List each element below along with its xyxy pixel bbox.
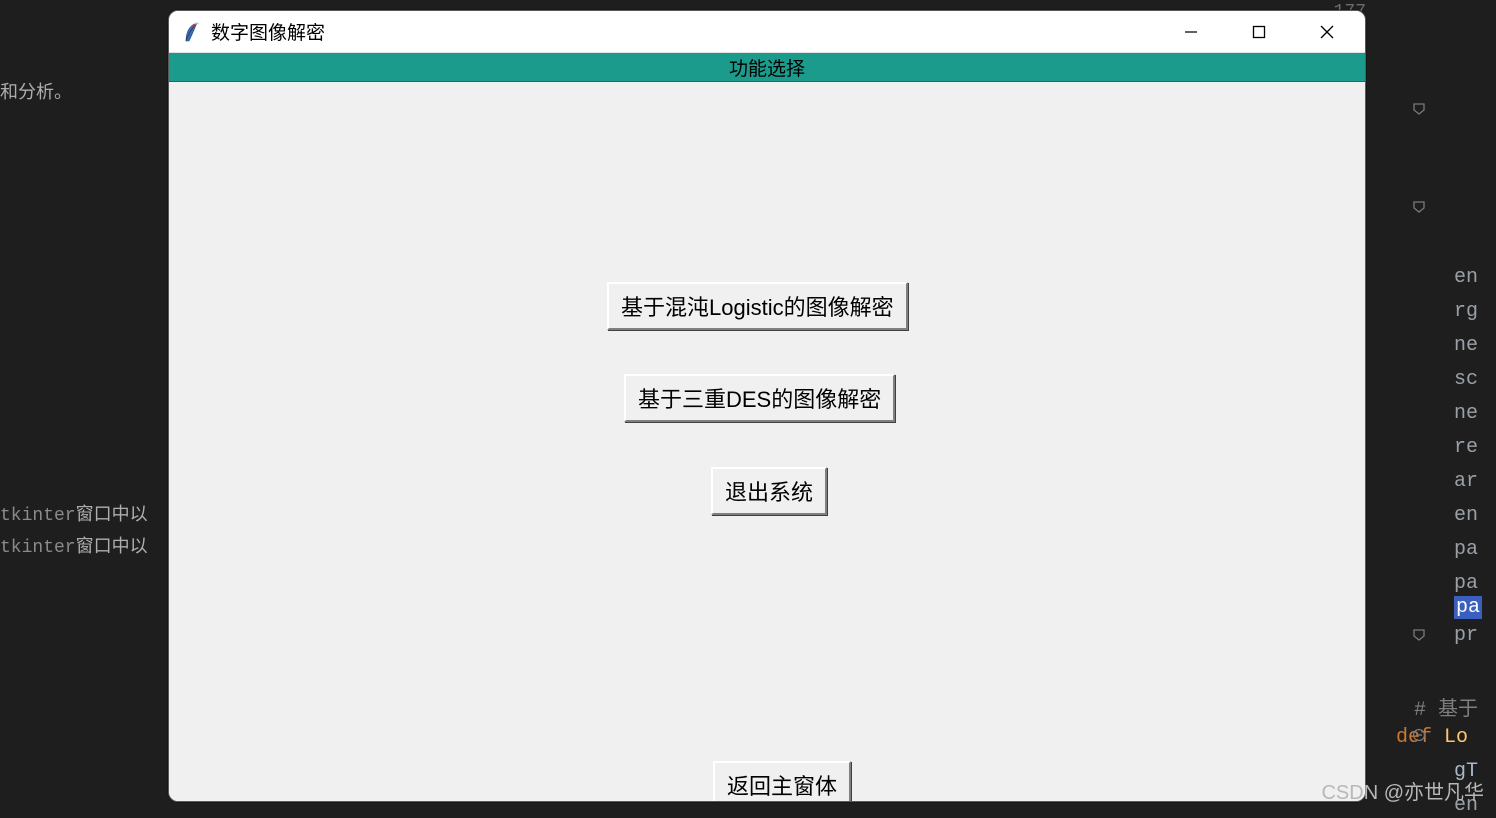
editor-bg-right: en rg ne sc ne re ar en pa pa pa pr # 基于… [1454,0,1496,815]
bg-token: rg [1454,300,1478,323]
bg-token: en [1454,504,1478,527]
bg-token: en [1454,266,1478,289]
fold-marker-icon[interactable] [1412,200,1426,218]
bg-text-line2: tkinter窗口中以 [0,500,148,526]
bg-code-token: tkinter [0,506,76,526]
bg-token: gT [1454,760,1478,783]
exit-system-button[interactable]: 退出系统 [711,467,827,515]
window-title: 数字图像解密 [211,18,325,45]
fold-marker-icon[interactable] [1412,628,1426,646]
bg-comment-token: # 基于 [1414,692,1478,722]
bg-def-line: def Lo [1396,726,1468,749]
bg-token: ar [1454,470,1478,493]
bg-code-token: tkinter [0,538,76,558]
bg-token: ne [1454,402,1478,425]
panel-header: 功能选择 [169,53,1365,82]
panel-header-label: 功能选择 [729,54,805,81]
bg-cn-token: 窗口中以 [76,536,148,556]
client-area: 基于混沌Logistic的图像解密 基于三重DES的图像解密 退出系统 返回主窗… [169,82,1365,801]
bg-token: re [1454,436,1478,459]
logistic-decrypt-button[interactable]: 基于混沌Logistic的图像解密 [607,282,908,330]
back-main-button[interactable]: 返回主窗体 [713,761,851,802]
bg-token: en [1454,794,1478,817]
maximize-button[interactable] [1239,16,1279,48]
bg-cn-token: 窗口中以 [76,504,148,524]
bg-token: pa [1454,572,1478,595]
fold-marker-icon[interactable] [1412,102,1426,120]
editor-bg-left: 和分析。 tkinter窗口中以 tkinter窗口中以 [0,0,170,815]
bg-fn-name: Lo [1444,726,1468,749]
app-window: 数字图像解密 功能选择 基于混沌Logistic的图像解密 基于三重DES的图像… [168,10,1366,802]
minimize-button[interactable] [1171,16,1211,48]
bg-token: pr [1454,624,1478,647]
window-controls [1171,16,1351,48]
bg-token: sc [1454,368,1478,391]
fold-collapse-icon[interactable] [1412,728,1426,746]
des-decrypt-button[interactable]: 基于三重DES的图像解密 [624,374,895,422]
feather-app-icon [183,21,201,43]
bg-text-line3: tkinter窗口中以 [0,532,148,558]
titlebar[interactable]: 数字图像解密 [169,11,1365,53]
bg-token: pa [1454,538,1478,561]
bg-text-line1: 和分析。 [0,78,72,104]
bg-token-highlighted: pa [1454,596,1482,619]
close-button[interactable] [1307,16,1347,48]
bg-token: ne [1454,334,1478,357]
